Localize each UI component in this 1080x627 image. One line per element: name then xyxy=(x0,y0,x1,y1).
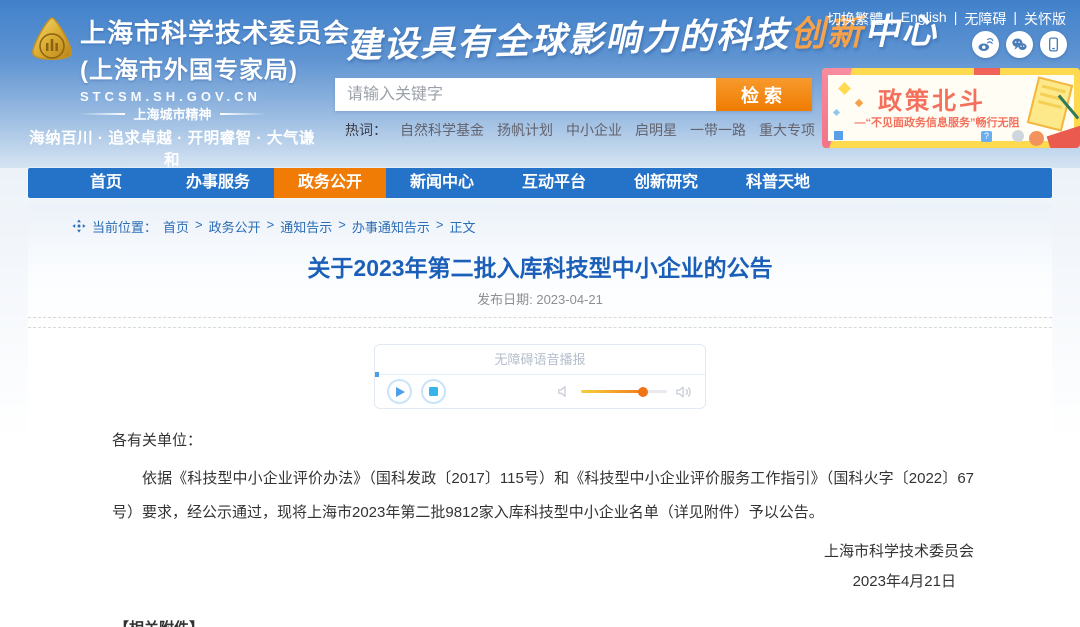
nav-item[interactable]: 政务公开 xyxy=(274,168,386,198)
breadcrumb-trail: 首页 > 政务公开 > 通知告示 > 办事通知告示 > 正文 xyxy=(163,217,475,236)
city-motto: 海纳百川 · 追求卓越 · 开明睿智 · 大气谦和 xyxy=(24,126,320,170)
article-body: 依据《科技型中小企业评价办法》（国科发政〔2017〕115号）和《科技型中小企业… xyxy=(112,462,974,530)
article-title: 关于2023年第二批入库科技型中小企业的公告 xyxy=(28,249,1052,283)
breadcrumb-item[interactable]: > xyxy=(338,217,346,236)
hot-word-link[interactable]: 中小企业 xyxy=(566,120,622,140)
stop-icon xyxy=(429,387,438,396)
mobile-icon[interactable] xyxy=(1040,31,1067,58)
location-icon xyxy=(72,219,86,233)
play-icon xyxy=(396,387,405,397)
nav-item[interactable]: 办事服务 xyxy=(162,168,274,198)
hot-word-link[interactable]: 重大专项 xyxy=(759,120,815,140)
volume-group xyxy=(557,385,693,399)
volume-slider[interactable] xyxy=(581,390,667,393)
hot-word-link[interactable]: 扬帆计划 xyxy=(497,120,553,140)
volume-thumb[interactable] xyxy=(638,387,648,397)
city-spirit-banner: 上海城市精神 xyxy=(30,104,315,123)
search-bar: 检索 xyxy=(335,78,812,111)
utility-link[interactable]: | xyxy=(954,9,958,29)
audio-player-title: 无障碍语音播报 xyxy=(375,345,705,374)
breadcrumb-item[interactable]: 政务公开 xyxy=(209,217,261,236)
policy-beidou-banner[interactable]: 政策北斗 —“不见面政务信息服务”畅行无阻 ? xyxy=(822,68,1080,148)
search-button[interactable]: 检索 xyxy=(716,78,812,111)
breadcrumb-item[interactable]: > xyxy=(436,217,444,236)
breadcrumb-item[interactable]: 通知告示 xyxy=(280,217,332,236)
nav-item[interactable]: 首页 xyxy=(50,168,162,198)
breadcrumb: 当前位置： 首页 > 政务公开 > 通知告示 > 办事通知告示 > 正文 xyxy=(28,204,1052,235)
audio-controls xyxy=(375,375,705,408)
nav-item[interactable]: 科普天地 xyxy=(722,168,834,198)
stop-button[interactable] xyxy=(421,379,446,404)
wechat-icon[interactable] xyxy=(1006,31,1033,58)
ribbon-tab-decoration xyxy=(974,68,1000,75)
nav-item[interactable]: 互动平台 xyxy=(498,168,610,198)
hot-word-link[interactable]: 一带一路 xyxy=(690,120,746,140)
weibo-icon[interactable] xyxy=(972,31,999,58)
hot-words-list: 自然科学基金扬帆计划中小企业启明星一带一路重大专项 xyxy=(400,120,815,140)
agency-subname: (上海市外国专家局) xyxy=(80,50,350,85)
hot-word-link[interactable]: 自然科学基金 xyxy=(400,120,484,140)
utility-link[interactable]: 关怀版 xyxy=(1024,9,1066,29)
brand-block: 上海市科学技术委员会 (上海市外国专家局) STCSM.SH.GOV.CN xyxy=(80,13,350,104)
decorative-line xyxy=(79,113,125,115)
site-url: STCSM.SH.GOV.CN xyxy=(80,89,350,104)
agency-name: 上海市科学技术委员会 xyxy=(80,13,350,50)
breadcrumb-item[interactable]: 首页 xyxy=(163,217,189,236)
page: 上海市科学技术委员会 (上海市外国专家局) STCSM.SH.GOV.CN 上海… xyxy=(0,0,1080,627)
volume-loud-icon[interactable] xyxy=(675,385,693,399)
search-input[interactable] xyxy=(335,78,716,111)
utility-link[interactable]: | xyxy=(1013,9,1017,29)
breadcrumb-item[interactable]: > xyxy=(195,217,203,236)
utility-link[interactable]: 无障碍 xyxy=(964,9,1006,29)
hot-words-row: 热词： 自然科学基金扬帆计划中小企业启明星一带一路重大专项 xyxy=(345,120,815,140)
slogan-prefix: 建设具有全球影响力的科技 xyxy=(346,15,791,66)
hot-words-label: 热词： xyxy=(345,120,387,140)
salutation: 各有关单位： xyxy=(112,429,1052,450)
top-utility-links: 切换繁體 | English | 无障碍 | 关怀版 xyxy=(827,9,1066,29)
audio-divider xyxy=(375,374,705,375)
question-mark-decoration: ? xyxy=(981,131,992,142)
dashed-divider xyxy=(28,327,1052,328)
utility-link[interactable]: 切换繁體 xyxy=(827,9,883,29)
nav-item[interactable]: 新闻中心 xyxy=(386,168,498,198)
main-navigation: 首页 办事服务 政务公开 新闻中心 互动平台 创新研究 科普天地 xyxy=(28,168,1052,198)
decorative-line xyxy=(220,113,266,115)
breadcrumb-item[interactable]: 正文 xyxy=(449,217,475,236)
signature-name: 上海市科学技术委员会 xyxy=(28,540,1052,561)
breadcrumb-item[interactable]: 办事通知告示 xyxy=(352,217,430,236)
dot-decoration xyxy=(1012,130,1024,142)
banner-subtitle: —“不见面政务信息服务”畅行无阻 xyxy=(824,114,1050,130)
volume-fill xyxy=(581,390,643,393)
dashed-divider xyxy=(28,317,1052,318)
nav-item[interactable]: 创新研究 xyxy=(610,168,722,198)
volume-mute-icon[interactable] xyxy=(557,385,573,398)
banner-title: 政策北斗 xyxy=(832,81,1032,116)
square-decoration xyxy=(834,131,843,140)
attachments-label: 【相关附件】 xyxy=(114,617,1052,627)
utility-link[interactable]: | xyxy=(890,9,894,29)
hand-decoration xyxy=(1029,131,1044,146)
play-button[interactable] xyxy=(387,379,412,404)
accessibility-audio-player: 无障碍语音播报 xyxy=(374,344,706,409)
breadcrumb-item[interactable]: > xyxy=(267,217,275,236)
hot-word-link[interactable]: 启明星 xyxy=(635,120,677,140)
signature-date: 2023年4月21日 xyxy=(28,570,1052,591)
publish-date: 发布日期: 2023-04-21 xyxy=(28,289,1052,308)
social-buttons xyxy=(972,31,1067,58)
site-header: 上海市科学技术委员会 (上海市外国专家局) STCSM.SH.GOV.CN 上海… xyxy=(0,0,1080,168)
city-spirit-label: 上海城市精神 xyxy=(133,104,211,123)
utility-link[interactable]: English xyxy=(901,9,947,29)
breadcrumb-label: 当前位置： xyxy=(92,217,157,236)
stcsm-emblem-logo xyxy=(28,16,76,70)
content-card: 当前位置： 首页 > 政务公开 > 通知告示 > 办事通知告示 > 正文 关于2023年第二批入… xyxy=(28,204,1052,627)
